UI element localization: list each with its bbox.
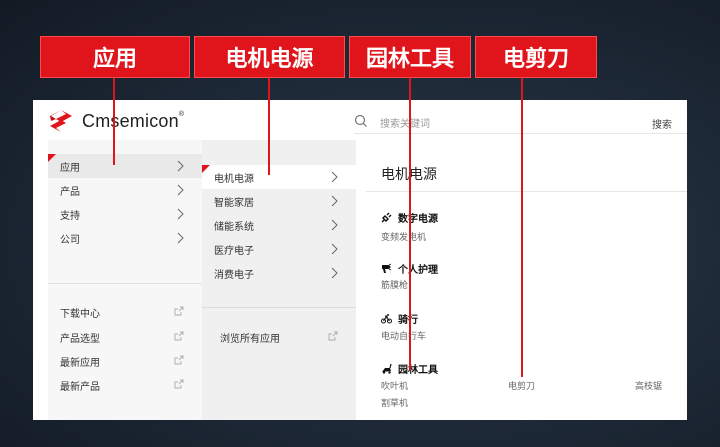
link-browse-all-apps[interactable]: 浏览所有应用 [202,325,356,349]
chevron-right-icon [331,219,338,231]
callout-leader-garden-tools [409,78,411,370]
menu-divider [202,307,356,308]
mower-icon [382,363,392,374]
category-cycling[interactable]: 骑行 [381,311,418,326]
chevron-right-icon [177,232,184,244]
menu-item-label: 消费电子 [214,269,254,281]
brand-logo-icon [50,110,72,132]
menu-divider [48,283,202,284]
callout-leader-electric-shears [521,78,523,377]
external-link-icon [328,331,338,341]
link-label: 最新产品 [60,381,100,393]
external-link-icon [174,306,184,316]
callout-tag-app: 应用 [40,36,190,78]
link-label: 最新应用 [60,357,100,369]
link-latest-apps[interactable]: 最新应用 [48,349,202,373]
chevron-right-icon [331,267,338,279]
sub-link[interactable]: 筋膜枪 [381,278,408,291]
menu-item-consumer[interactable]: 消费电子 [202,261,356,285]
menu-item-label: 应用 [60,162,80,174]
menu-item-smart-home[interactable]: 智能家居 [202,189,356,213]
sub-link[interactable]: 电剪刀 [508,379,535,392]
menu-item-label: 电机电源 [214,173,254,185]
category-label: 园林工具 [398,365,438,376]
menu-item-support[interactable]: 支持 [48,202,202,226]
menu-item-energy-storage[interactable]: 储能系统 [202,213,356,237]
active-corner-marker [48,154,56,162]
search-icon[interactable] [354,114,368,128]
callout-leader-app [113,78,115,165]
link-download-center[interactable]: 下载中心 [48,300,202,324]
search-input[interactable]: 搜索关键词 [380,115,430,130]
chevron-right-icon [331,195,338,207]
callout-leader-motor-power [268,78,270,175]
callout-tag-garden-tools: 园林工具 [349,36,471,78]
menu-item-motor-power[interactable]: 电机电源 [202,165,356,189]
menu-item-label: 公司 [60,234,80,246]
primary-menu: 应用 产品 支持 公司 下载中心 产品选型 最新应用 最新产品 [48,140,202,420]
chevron-right-icon [177,208,184,220]
category-label: 骑行 [398,315,418,326]
active-corner-marker [202,165,210,173]
chevron-right-icon [331,171,338,183]
sub-link[interactable]: 电动自行车 [381,329,426,342]
sub-link[interactable]: 变频发电机 [381,230,426,243]
menu-item-medical[interactable]: 医疗电子 [202,237,356,261]
chevron-right-icon [331,243,338,255]
menu-item-label: 储能系统 [214,221,254,233]
menu-item-products[interactable]: 产品 [48,178,202,202]
header: Cmsemicon® 搜索关键词 搜索 [33,100,687,140]
brand-name: Cmsemicon® [82,110,185,131]
external-link-icon [174,331,184,341]
menu-item-label: 智能家居 [214,197,254,209]
callout-tag-motor-power: 电机电源 [194,36,345,78]
brand-logo[interactable]: Cmsemicon® [48,109,184,133]
category-label: 个人护理 [398,265,438,276]
link-latest-products[interactable]: 最新产品 [48,373,202,397]
callout-tag-electric-shears: 电剪刀 [475,36,597,78]
sub-link[interactable]: 吹叶机 [381,379,408,392]
category-label: 数字电源 [398,214,438,225]
chevron-right-icon [177,184,184,196]
hairdryer-icon [382,263,392,273]
bicycle-icon [381,314,392,324]
link-label: 下载中心 [60,308,100,320]
plug-icon [381,212,392,223]
detail-divider [366,191,687,192]
secondary-menu: 电机电源 智能家居 储能系统 医疗电子 消费电子 浏览所有应用 [202,140,356,420]
chevron-right-icon [177,160,184,172]
menu-item-company[interactable]: 公司 [48,226,202,250]
menu-item-app[interactable]: 应用 [48,154,202,178]
external-link-icon [174,355,184,365]
sub-link[interactable]: 割草机 [381,396,408,409]
link-label: 浏览所有应用 [220,333,280,345]
menu-item-label: 支持 [60,210,80,222]
navigation-panel: Cmsemicon® 搜索关键词 搜索 应用 产品 支持 公司 下载中心 产品选… [33,100,687,420]
sub-link[interactable]: 高枝锯 [635,379,662,392]
menu-item-label: 医疗电子 [214,245,254,257]
menu-item-label: 产品 [60,186,80,198]
external-link-icon [174,379,184,389]
link-label: 产品选型 [60,333,100,345]
link-product-selection[interactable]: 产品选型 [48,325,202,349]
search-button[interactable]: 搜索 [652,116,672,131]
